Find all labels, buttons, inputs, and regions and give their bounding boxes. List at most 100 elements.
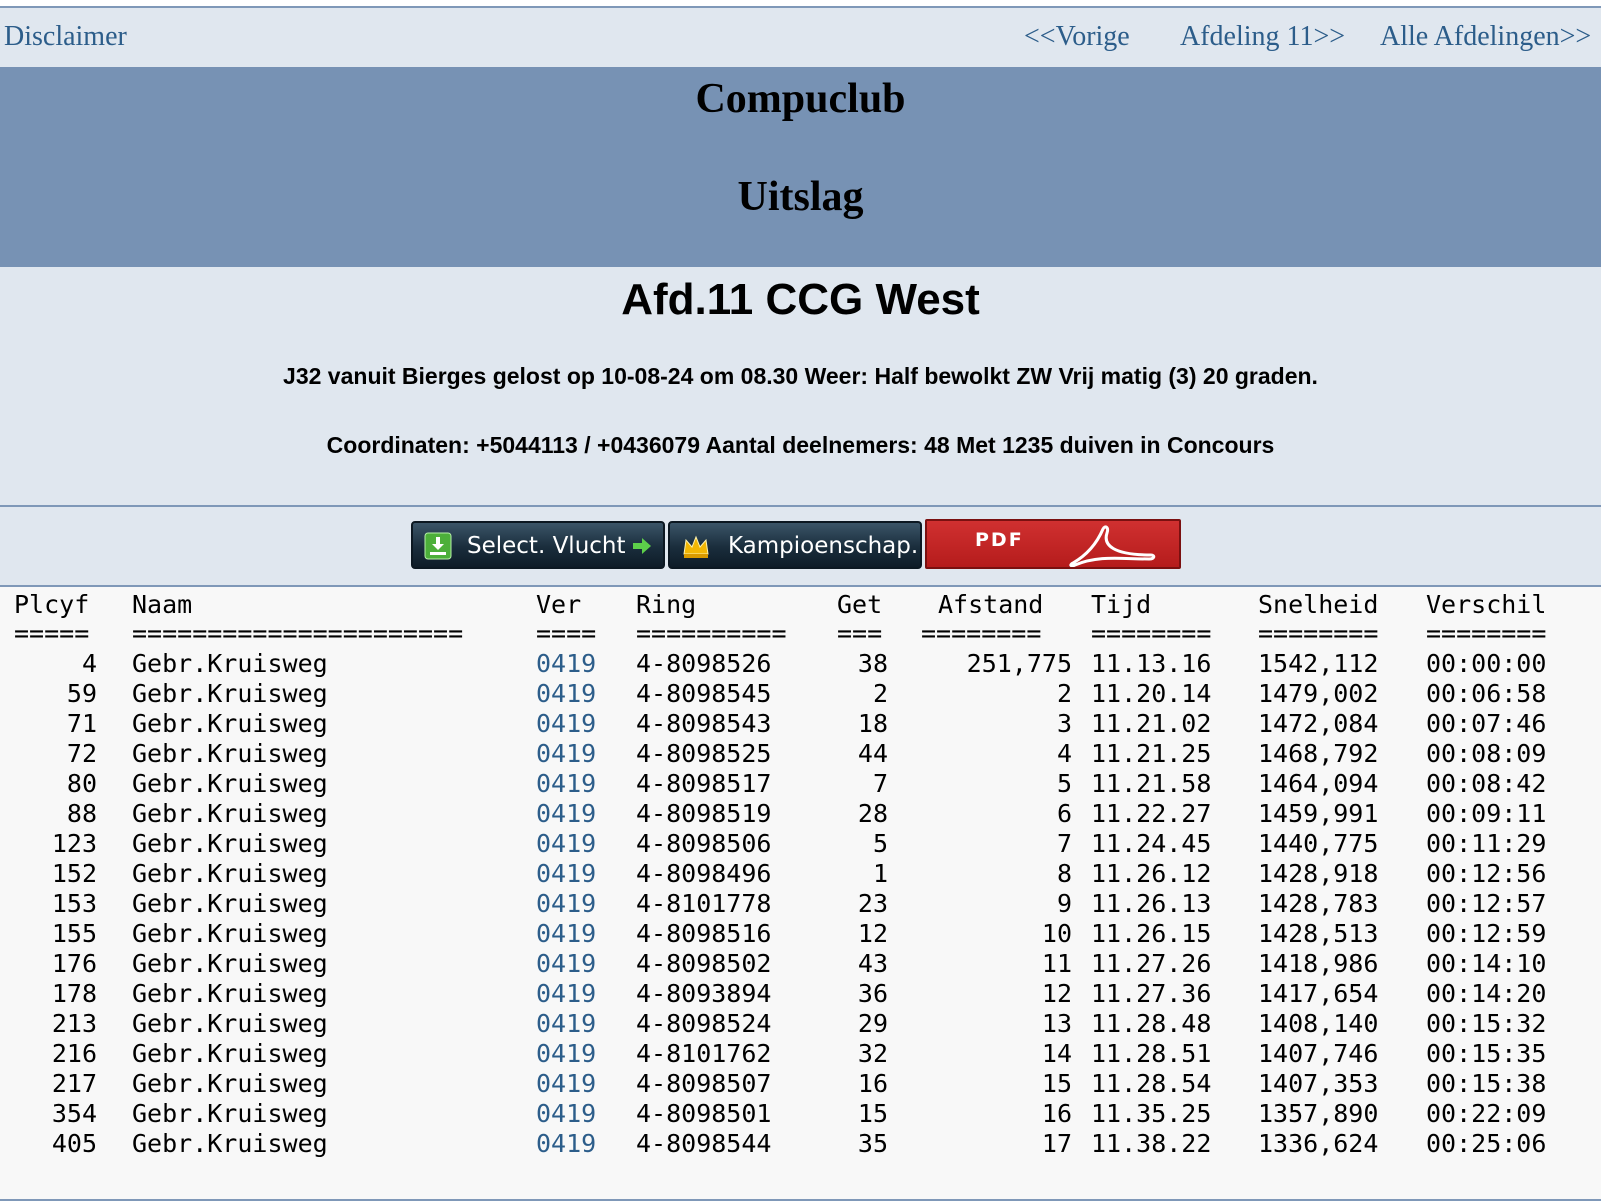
cell-tijd: 11.38.22 (1091, 1129, 1212, 1158)
cell-ver[interactable]: 0419 (536, 1069, 596, 1098)
cell-tijd: 11.28.48 (1091, 1009, 1212, 1038)
cell-naam: Gebr.Kruisweg (132, 799, 328, 828)
cell-ver[interactable]: 0419 (536, 709, 596, 738)
separator-verschil: ======== (1426, 619, 1547, 648)
cell-afstand: 251,775 (966, 649, 1072, 678)
cell-naam: Gebr.Kruisweg (132, 919, 328, 948)
table-header-row: Plcyf Naam Ver Ring Get Afstand Tijd Snelheid Ve… (0, 590, 1601, 620)
cell-snelheid: 1459,991 (1258, 799, 1379, 828)
cell-snelheid: 1428,783 (1258, 889, 1379, 918)
table-row: 354 Gebr.Kruisweg 0419 4-8098501 15 16 11.35.2… (0, 1099, 1601, 1129)
race-description: J32 vanuit Bierges gelost op 10-08-24 om… (283, 363, 1318, 389)
cell-ver[interactable]: 0419 (536, 979, 596, 1008)
cell-ver[interactable]: 0419 (536, 679, 596, 708)
cell-verschil: 00:15:32 (1426, 1009, 1547, 1038)
cell-ring: 4-8093894 (636, 979, 772, 1008)
next-afdeling-link[interactable]: Afdeling 11>> (1180, 21, 1345, 53)
cell-naam: Gebr.Kruisweg (132, 1099, 328, 1128)
all-afdelingen-link[interactable]: Alle Afdelingen>> (1380, 21, 1591, 53)
cell-verschil: 00:09:11 (1426, 799, 1547, 828)
championship-button[interactable]: Kampioenschap. (668, 521, 922, 569)
previous-link[interactable]: <<Vorige (1024, 21, 1130, 53)
cell-snelheid: 1428,513 (1258, 919, 1379, 948)
table-row: 59 Gebr.Kruisweg 0419 4-8098545 2 2 11.20.14 14… (0, 679, 1601, 709)
results-page: Disclaimer <<Vorige Afdeling 11>> Alle A… (0, 0, 1601, 1201)
cell-ver[interactable]: 0419 (536, 889, 596, 918)
cell-ver[interactable]: 0419 (536, 859, 596, 888)
acrobat-icon (1067, 525, 1157, 568)
cell-ver[interactable]: 0419 (536, 739, 596, 768)
column-header-get: Get (837, 590, 883, 619)
cell-ver[interactable]: 0419 (536, 919, 596, 948)
cell-tijd: 11.27.26 (1091, 949, 1212, 978)
cell-get: 44 (857, 739, 888, 768)
cell-ring: 4-8098502 (636, 949, 772, 978)
cell-tijd: 11.27.36 (1091, 979, 1212, 1008)
disclaimer-link[interactable]: Disclaimer (4, 21, 127, 53)
top-navigation: Disclaimer <<Vorige Afdeling 11>> Alle A… (0, 6, 1601, 67)
cell-ring: 4-8101762 (636, 1039, 772, 1068)
cell-afstand: 6 (1056, 799, 1072, 828)
cell-naam: Gebr.Kruisweg (132, 1069, 328, 1098)
cell-get: 23 (857, 889, 888, 918)
cell-ring: 4-8098517 (636, 769, 772, 798)
cell-ver[interactable]: 0419 (536, 1129, 596, 1158)
select-flight-label: Select. Vlucht (467, 533, 626, 559)
cell-ver[interactable]: 0419 (536, 1099, 596, 1128)
cell-afstand: 13 (1041, 1009, 1072, 1038)
cell-ver[interactable]: 0419 (536, 649, 596, 678)
cell-tijd: 11.24.45 (1091, 829, 1212, 858)
cell-afstand: 17 (1041, 1129, 1072, 1158)
cell-get: 7 (872, 769, 888, 798)
cell-afstand: 12 (1041, 979, 1072, 1008)
cell-ver[interactable]: 0419 (536, 949, 596, 978)
cell-afstand: 7 (1056, 829, 1072, 858)
cell-plcyf: 176 (51, 949, 97, 978)
cell-get: 15 (857, 1099, 888, 1128)
cell-naam: Gebr.Kruisweg (132, 979, 328, 1008)
cell-ver[interactable]: 0419 (536, 1009, 596, 1038)
cell-plcyf: 178 (51, 979, 97, 1008)
cell-tijd: 11.22.27 (1091, 799, 1212, 828)
cell-naam: Gebr.Kruisweg (132, 679, 328, 708)
cell-ring: 4-8098525 (636, 739, 772, 768)
cell-snelheid: 1472,084 (1258, 709, 1379, 738)
cell-naam: Gebr.Kruisweg (132, 769, 328, 798)
cell-get: 43 (857, 949, 888, 978)
separator-get: === (837, 619, 883, 648)
club-title: Compuclub (695, 76, 906, 122)
cell-afstand: 9 (1056, 889, 1072, 918)
cell-tijd: 11.21.58 (1091, 769, 1212, 798)
cell-naam: Gebr.Kruisweg (132, 709, 328, 738)
cell-tijd: 11.28.54 (1091, 1069, 1212, 1098)
cell-ver[interactable]: 0419 (536, 769, 596, 798)
cell-ring: 4-8098507 (636, 1069, 772, 1098)
column-header-afstand: Afstand (938, 590, 1044, 619)
cell-afstand: 5 (1056, 769, 1072, 798)
cell-tijd: 11.26.15 (1091, 919, 1212, 948)
table-row: 88 Gebr.Kruisweg 0419 4-8098519 28 6 11.22.27 1… (0, 799, 1601, 829)
cell-snelheid: 1440,775 (1258, 829, 1379, 858)
table-row: 72 Gebr.Kruisweg 0419 4-8098525 44 4 11.21.25 1… (0, 739, 1601, 769)
cell-ver[interactable]: 0419 (536, 799, 596, 828)
column-header-tijd: Tijd (1091, 590, 1152, 619)
cell-snelheid: 1417,654 (1258, 979, 1379, 1008)
cell-tijd: 11.26.13 (1091, 889, 1212, 918)
cell-plcyf: 4 (81, 649, 97, 678)
cell-snelheid: 1542,112 (1258, 649, 1379, 678)
cell-ring: 4-8098516 (636, 919, 772, 948)
column-header-ring: Ring (636, 590, 697, 619)
cell-ver[interactable]: 0419 (536, 829, 596, 858)
cell-verschil: 00:07:46 (1426, 709, 1547, 738)
cell-afstand: 3 (1056, 709, 1072, 738)
cell-tijd: 11.13.16 (1091, 649, 1212, 678)
championship-label: Kampioenschap. (728, 533, 919, 559)
pdf-button[interactable]: PDF (925, 519, 1181, 569)
cell-tijd: 11.20.14 (1091, 679, 1212, 708)
cell-plcyf: 88 (66, 799, 97, 828)
cell-snelheid: 1336,624 (1258, 1129, 1379, 1158)
separator-naam: ====================== (132, 619, 464, 648)
cell-ver[interactable]: 0419 (536, 1039, 596, 1068)
select-flight-button[interactable]: Select. Vlucht (411, 521, 665, 569)
cell-snelheid: 1464,094 (1258, 769, 1379, 798)
